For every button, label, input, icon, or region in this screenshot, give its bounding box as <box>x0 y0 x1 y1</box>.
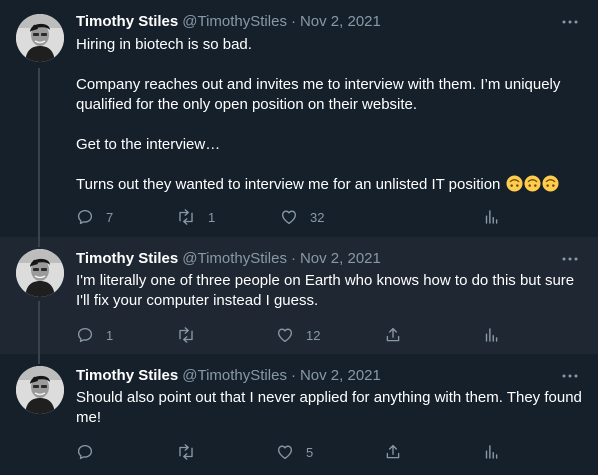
analytics-button[interactable] <box>482 325 500 345</box>
action-bar: 5 <box>76 442 586 462</box>
tweet-paragraph: Hiring in biotech is so bad. <box>76 36 252 53</box>
reply-button[interactable]: 1 <box>76 325 113 345</box>
more-icon[interactable] <box>560 12 580 32</box>
thread-line <box>38 68 40 237</box>
tweet-date[interactable]: Nov 2, 2021 <box>300 367 381 384</box>
share-icon <box>384 326 402 344</box>
author-handle[interactable]: @TimothyStiles <box>182 250 287 267</box>
more-icon[interactable] <box>560 366 580 386</box>
analytics-icon <box>482 208 500 226</box>
avatar[interactable] <box>16 14 64 62</box>
author-handle[interactable]: @TimothyStiles <box>182 367 287 384</box>
thread-line <box>38 237 40 247</box>
avatar-photo <box>16 249 64 297</box>
tweet-paragraph: I'm literally one of three people on Ear… <box>76 272 575 309</box>
separator-dot: · <box>290 250 296 267</box>
reply-icon <box>76 208 94 226</box>
retweet-button[interactable] <box>176 442 208 462</box>
author-name[interactable]: Timothy Stiles <box>76 250 178 267</box>
avatar[interactable] <box>16 366 64 414</box>
analytics-button[interactable] <box>482 207 500 227</box>
share-icon <box>384 443 402 461</box>
avatar-photo <box>16 14 64 62</box>
more-icon[interactable] <box>560 249 580 269</box>
upside-down-face-emoji <box>506 175 523 192</box>
action-bar: 7 1 32 <box>76 207 586 227</box>
heart-icon <box>276 326 294 344</box>
avatar-photo <box>16 366 64 414</box>
like-count: 12 <box>306 327 321 343</box>
separator-dot: · <box>290 367 296 384</box>
reply-count: 7 <box>106 209 114 225</box>
reply-icon <box>76 326 94 344</box>
share-button[interactable] <box>384 442 402 462</box>
thread-line <box>38 354 40 364</box>
avatar[interactable] <box>16 249 64 297</box>
tweet-date[interactable]: Nov 2, 2021 <box>300 250 381 267</box>
reply-button[interactable]: 7 <box>76 207 113 227</box>
tweet-text: I'm literally one of three people on Ear… <box>76 271 582 311</box>
author-handle[interactable]: @TimothyStiles <box>182 13 287 30</box>
like-count: 32 <box>310 209 325 225</box>
action-bar: 1 12 <box>76 325 586 345</box>
tweet[interactable]: Timothy Stiles @TimothyStiles · Nov 2, 2021… <box>0 237 598 354</box>
reply-button[interactable] <box>76 442 106 462</box>
like-count: 5 <box>306 444 314 460</box>
retweet-button[interactable]: 1 <box>176 207 215 227</box>
retweet-icon <box>176 443 196 461</box>
tweet[interactable]: Timothy Stiles @TimothyStiles · Nov 2, 2021… <box>0 0 598 237</box>
heart-icon <box>276 443 294 461</box>
upside-down-face-emoji <box>524 175 541 192</box>
reply-count: 1 <box>106 327 114 343</box>
tweet-paragraph-text: Turns out they wanted to interview me fo… <box>76 176 501 193</box>
tweet-paragraph: Should also point out that I never appli… <box>76 389 582 426</box>
retweet-icon <box>176 326 196 344</box>
retweet-icon <box>176 208 196 226</box>
tweet-paragraph: Turns out they wanted to interview me fo… <box>76 175 582 195</box>
reply-icon <box>76 443 94 461</box>
tweet-header: Timothy Stiles @TimothyStiles · Nov 2, 2021 <box>76 249 582 269</box>
thread-line <box>38 301 40 354</box>
upside-down-face-emoji <box>542 175 559 192</box>
tweet-header: Timothy Stiles @TimothyStiles · Nov 2, 2021 <box>76 12 582 32</box>
separator-dot: · <box>290 13 296 30</box>
emoji-group <box>505 175 559 193</box>
like-button[interactable]: 32 <box>280 207 324 227</box>
like-button[interactable]: 5 <box>276 442 313 462</box>
tweet[interactable]: Timothy Stiles @TimothyStiles · Nov 2, 2021… <box>0 354 598 475</box>
heart-icon <box>280 208 298 226</box>
tweet-paragraph: Company reaches out and invites me to in… <box>76 76 561 113</box>
analytics-icon <box>482 326 500 344</box>
tweet-date[interactable]: Nov 2, 2021 <box>300 13 381 30</box>
tweet-header: Timothy Stiles @TimothyStiles · Nov 2, 2021 <box>76 366 582 386</box>
retweet-button[interactable] <box>176 325 208 345</box>
tweet-text: Should also point out that I never appli… <box>76 388 582 428</box>
author-name[interactable]: Timothy Stiles <box>76 367 178 384</box>
retweet-count: 1 <box>208 209 216 225</box>
like-button[interactable]: 12 <box>276 325 320 345</box>
analytics-icon <box>482 443 500 461</box>
author-name[interactable]: Timothy Stiles <box>76 13 178 30</box>
analytics-button[interactable] <box>482 442 500 462</box>
tweet-paragraph: Get to the interview… <box>76 136 221 153</box>
share-button[interactable] <box>384 325 402 345</box>
tweet-text: Hiring in biotech is so bad. Company rea… <box>76 35 582 195</box>
